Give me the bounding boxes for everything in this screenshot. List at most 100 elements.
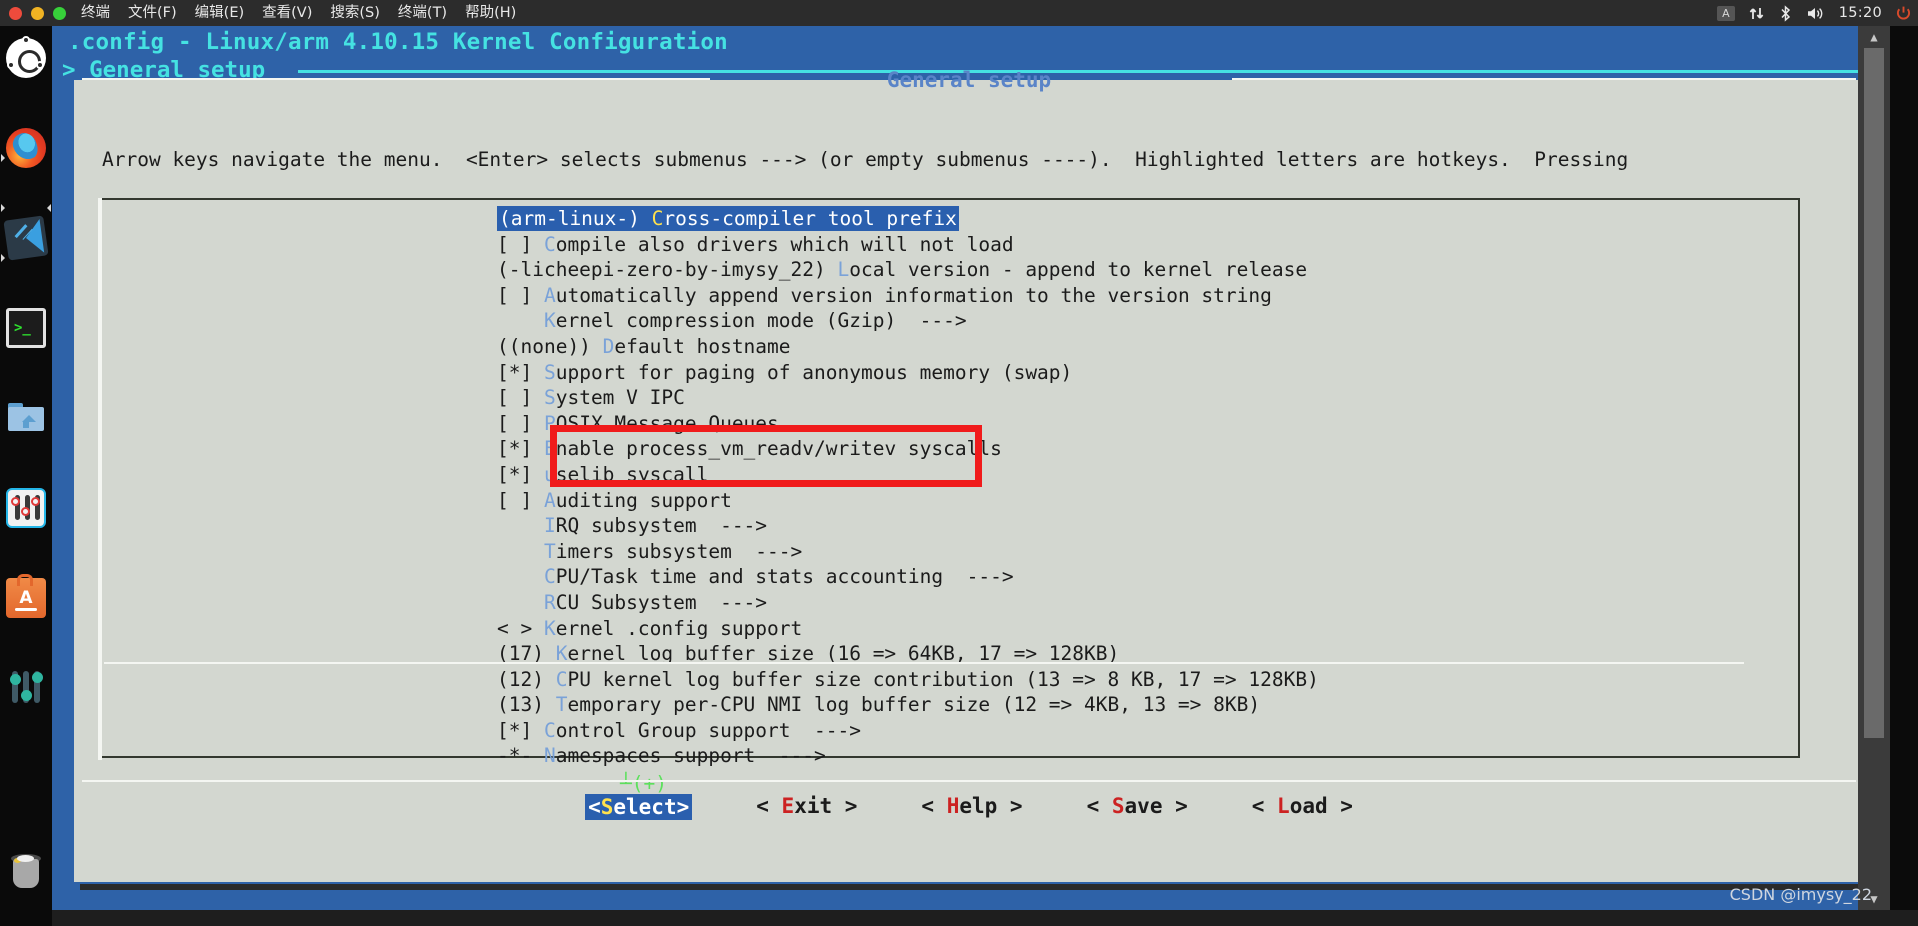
- menu-item-hotkey: C: [555, 667, 568, 691]
- menu-help[interactable]: 帮助(H): [456, 0, 525, 26]
- close-button[interactable]: [9, 6, 22, 20]
- dock-running-indicator-files: [1, 254, 5, 262]
- menu-item[interactable]: ((none)) Default hostname: [100, 334, 1798, 360]
- dock-item-terminal[interactable]: >_: [6, 308, 46, 348]
- help-line-1: Arrow keys navigate the menu. <Enter> se…: [102, 148, 1629, 171]
- menu-item-hotkey: S: [543, 386, 556, 410]
- menu-item[interactable]: Timers subsystem --->: [100, 539, 1798, 565]
- menu-item[interactable]: [ ] Auditing support: [100, 488, 1798, 514]
- menu-item-text: (13) Temporary per-CPU NMI log buffer si…: [497, 693, 1261, 717]
- dialog-button-select[interactable]: <Select>: [585, 794, 693, 820]
- maximize-button[interactable]: [53, 6, 66, 20]
- menu-item-text: [ ] Auditing support: [497, 488, 732, 512]
- menu-search[interactable]: 搜索(S): [321, 0, 389, 26]
- minimize-button[interactable]: [31, 6, 44, 20]
- terminal-scrollbar[interactable]: ▲ ▼: [1858, 26, 1890, 910]
- menu-item[interactable]: [ ] System V IPC: [100, 385, 1798, 411]
- menu-item-hotkey: C: [651, 207, 664, 230]
- menu-item-text: Timers subsystem --->: [543, 539, 803, 563]
- menu-file[interactable]: 文件(F): [119, 0, 186, 26]
- system-tray: A 15:20: [1717, 0, 1912, 26]
- menu-item[interactable]: [ ] Automatically append version informa…: [100, 283, 1798, 309]
- keyboard-layout-icon[interactable]: A: [1717, 5, 1735, 21]
- menu-item-text: -*- Namespaces support --->: [497, 744, 826, 768]
- menu-item-text: (12) CPU kernel log buffer size contribu…: [497, 667, 1319, 691]
- menu-item[interactable]: CPU/Task time and stats accounting --->: [100, 564, 1798, 590]
- menu-item[interactable]: (arm-linux-) Cross-compiler tool prefix: [100, 206, 1798, 232]
- dialog-button-save[interactable]: < Save >: [1087, 794, 1188, 820]
- menu-item-text: [*] Support for paging of anonymous memo…: [497, 360, 1073, 384]
- menu-item-hotkey: I: [543, 514, 556, 538]
- watermark: CSDN @imysy_22: [1729, 885, 1872, 904]
- menu-item-hotkey: C: [543, 718, 556, 742]
- dialog-button-help[interactable]: < Help >: [921, 794, 1022, 820]
- top-panel: 终端 文件(F) 编辑(E) 查看(V) 搜索(S) 终端(T) 帮助(H) A: [0, 0, 1918, 26]
- scrollbar-thumb[interactable]: [1864, 48, 1884, 738]
- dock-running-indicator-vscode: [1, 154, 5, 162]
- dialog-title: General setup: [886, 68, 1052, 92]
- listbox-bottom-rule: [104, 662, 1744, 664]
- menu-item[interactable]: (13) Temporary per-CPU NMI log buffer si…: [100, 692, 1798, 718]
- dock-item-trash[interactable]: [9, 854, 43, 890]
- terminal-window: .config - Linux/arm 4.10.15 Kernel Confi…: [52, 26, 1890, 910]
- button-hotkey: S: [600, 795, 614, 819]
- dock-item-vscode[interactable]: [3, 215, 49, 261]
- dialog-button-exit[interactable]: < Exit >: [756, 794, 857, 820]
- menu-item-hotkey: N: [543, 744, 556, 768]
- menu-item-hotkey: A: [543, 283, 556, 307]
- menu-item-hotkey: K: [543, 616, 556, 640]
- dock-item-files[interactable]: [6, 398, 46, 438]
- menu-item[interactable]: -*- Namespaces support --->: [100, 743, 1798, 769]
- menu-item-hotkey: C: [543, 232, 556, 256]
- dock-item-firefox[interactable]: [6, 128, 46, 168]
- menu-item-text: RCU Subsystem --->: [543, 590, 768, 614]
- network-up-down-icon[interactable]: [1748, 5, 1765, 22]
- menu-item-hotkey: S: [543, 360, 556, 384]
- menu-item-hotkey: L: [837, 258, 850, 282]
- menu-item-text: CPU/Task time and stats accounting --->: [543, 565, 1014, 589]
- menu-item[interactable]: Kernel compression mode (Gzip) --->: [100, 308, 1798, 334]
- window-controls: [0, 6, 77, 20]
- menu-item-text: ((none)) Default hostname: [497, 334, 791, 358]
- bluetooth-icon[interactable]: [1778, 4, 1793, 22]
- menu-view[interactable]: 查看(V): [253, 0, 321, 26]
- dock-item-ubuntu-logo[interactable]: [6, 36, 46, 78]
- menu-item-text: [ ] Automatically append version informa…: [497, 283, 1272, 307]
- trash-body: [13, 859, 39, 888]
- menu-item-hotkey: T: [555, 693, 568, 717]
- menu-item-text: (arm-linux-) Cross-compiler tool prefix: [497, 206, 959, 231]
- button-bar-rule: [82, 780, 1856, 782]
- red-annotation-rectangle: [550, 425, 982, 487]
- button-hotkey: L: [1277, 794, 1290, 818]
- menu-terminal-app[interactable]: 终端: [77, 0, 119, 26]
- menu-item[interactable]: [*] Control Group support --->: [100, 718, 1798, 744]
- screen: 终端 文件(F) 编辑(E) 查看(V) 搜索(S) 终端(T) 帮助(H) A: [0, 0, 1918, 926]
- menu-item[interactable]: [*] Support for paging of anonymous memo…: [100, 360, 1798, 386]
- bag-handle-icon: [17, 574, 33, 586]
- dock-item-software[interactable]: A: [6, 574, 46, 618]
- launcher-dock: >_ A: [0, 26, 52, 926]
- dock-item-settings[interactable]: [6, 488, 46, 528]
- menu-terminal[interactable]: 终端(T): [389, 0, 456, 26]
- kernel-config-title: .config - Linux/arm 4.10.15 Kernel Confi…: [68, 29, 728, 55]
- menu-item[interactable]: RCU Subsystem --->: [100, 590, 1798, 616]
- menu-item[interactable]: (12) CPU kernel log buffer size contribu…: [100, 667, 1798, 693]
- button-hotkey: H: [946, 794, 960, 818]
- menu-item-text: [*] Control Group support --->: [497, 718, 861, 742]
- menu-item[interactable]: IRQ subsystem --->: [100, 513, 1798, 539]
- menu-edit[interactable]: 编辑(E): [186, 0, 253, 26]
- menu-item[interactable]: < > Kernel .config support: [100, 616, 1798, 642]
- clock[interactable]: 15:20: [1839, 5, 1882, 21]
- menu-item-text: [ ] System V IPC: [497, 386, 685, 410]
- volume-icon[interactable]: [1806, 5, 1826, 22]
- menu-item-hotkey: C: [543, 565, 556, 589]
- dock-item-audio-mixer[interactable]: [6, 668, 46, 708]
- dialog-button-load[interactable]: < Load >: [1252, 794, 1353, 820]
- menu-item[interactable]: [ ] Compile also drivers which will not …: [100, 232, 1798, 258]
- menu-item-text: [ ] Compile also drivers which will not …: [497, 232, 1014, 256]
- menu-item-hotkey: R: [543, 590, 556, 614]
- menu-item[interactable]: (-licheepi-zero-by-imysy_22) Local versi…: [100, 257, 1798, 283]
- power-icon[interactable]: [1895, 5, 1912, 22]
- scroll-up-arrow-icon[interactable]: ▲: [1858, 26, 1890, 48]
- menu-item-hotkey: K: [543, 309, 556, 333]
